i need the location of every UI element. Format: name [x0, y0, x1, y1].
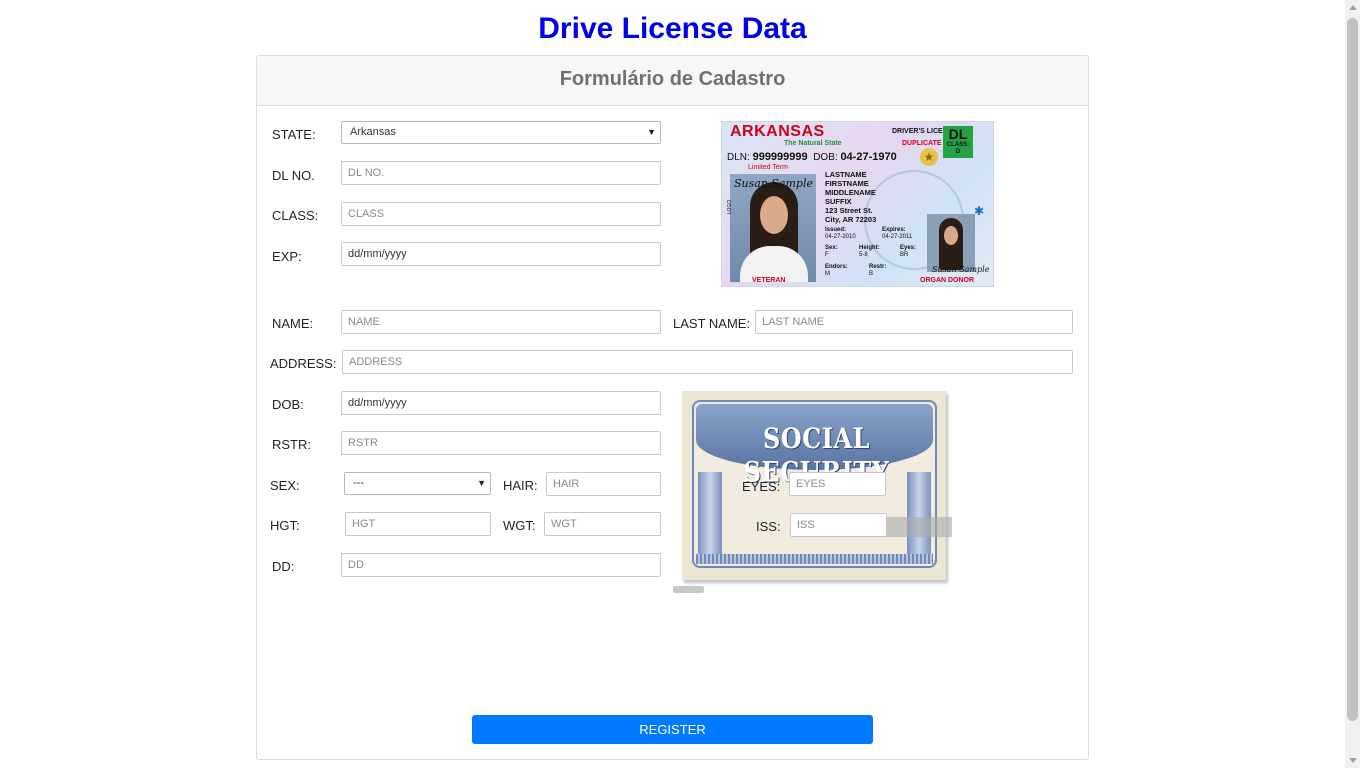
medical-star-icon: ✱ [974, 204, 985, 218]
hgt-input[interactable]: HGT [345, 512, 491, 536]
dl-state-name: ARKANSAS [730, 123, 825, 140]
dl-expires: Expires: 04-27-2011 [882, 227, 912, 241]
address-label: ADDRESS: [270, 356, 337, 371]
hgt-label: HGT: [270, 518, 300, 533]
dl-city: City, AR 72203 [825, 215, 877, 224]
wgt-input[interactable]: WGT [544, 512, 661, 536]
dl-expires-value: 04-27-2011 [882, 234, 913, 240]
dl-name-address: LASTNAME FIRSTNAME MIDDLENAME SUFFIX 123… [825, 170, 876, 224]
class-input[interactable]: CLASS [341, 202, 661, 226]
dob-label: DOB: [272, 397, 304, 412]
dl-endors-label: Endors: [825, 264, 848, 270]
dl-class-badge-text: DL [948, 126, 968, 142]
dl-side-text: LOGO [727, 199, 734, 215]
scroll-down-icon[interactable] [1349, 758, 1357, 763]
page-scrollbar[interactable] [1345, 0, 1360, 768]
rstr-label: RSTR: [272, 437, 311, 452]
dl-issued-value: 04-27-2010 [825, 234, 856, 240]
state-select[interactable]: Arkansas ▼ [341, 121, 661, 144]
sex-label: SEX: [270, 478, 300, 493]
ss-bottom-border [696, 554, 933, 564]
dl-ghost-photo [927, 214, 975, 272]
register-button[interactable]: REGISTER [472, 715, 873, 744]
dl-lastname: LASTNAME [825, 170, 867, 179]
chevron-down-icon: ▼ [477, 478, 486, 488]
name-input[interactable]: NAME [341, 310, 661, 334]
sex-select[interactable]: --- ▼ [344, 472, 491, 495]
last-name-label: LAST NAME: [673, 316, 751, 331]
dl-dob-label: DOB: [813, 152, 838, 163]
dl-ghost-signature: Susan Sample [932, 265, 990, 274]
dob-date-input[interactable]: dd/mm/yyyy [341, 391, 661, 415]
sex-select-value: --- [353, 477, 364, 489]
wgt-label: WGT: [503, 518, 536, 533]
dl-endors: Endors: M [825, 264, 848, 278]
dl-suffix: SUFFIX [825, 197, 852, 206]
eyes-input[interactable]: EYES [789, 472, 886, 496]
address-input[interactable]: ADDRESS [342, 350, 1073, 374]
dl-organ-donor: ORGAN DONOR [920, 277, 975, 284]
page-title: Drive License Data [538, 12, 807, 45]
dl-limited-term: Limited Term [748, 164, 788, 171]
dl-dln-label: DLN: [727, 152, 750, 163]
dl-eyes-label: Eyes: [900, 245, 917, 251]
dl-dob: 04-27-1970 [840, 151, 897, 163]
hair-input[interactable]: HAIR [546, 472, 661, 496]
dl-height-label: Height: [859, 245, 880, 251]
dl-no-input[interactable]: DL NO. [341, 161, 661, 185]
dl-no-label: DL NO. [272, 168, 315, 183]
scroll-up-icon[interactable] [1349, 5, 1357, 10]
dl-street: 123 Street St. [825, 206, 873, 215]
dl-photo [730, 174, 816, 282]
dd-label: DD: [272, 559, 295, 574]
dl-class-badge-label: CLASS: [946, 142, 970, 148]
dl-dln: 999999999 [752, 151, 808, 163]
star-icon: ★ [920, 148, 938, 166]
dl-issued-label: Issued: [825, 227, 847, 233]
drivers-license-image: ARKANSAS The Natural State DRIVER'S LICE… [721, 121, 994, 287]
dl-height: Height: 5-8 [859, 245, 880, 259]
exp-date-input[interactable]: dd/mm/yyyy [341, 242, 661, 266]
card-header: Formulário de Cadastro [257, 56, 1088, 106]
state-select-value: Arkansas [350, 126, 396, 138]
dl-middlename: MIDDLENAME [825, 188, 876, 197]
eyes-label: EYES: [742, 479, 781, 494]
dl-restr-label: Restr: [869, 264, 887, 270]
scrollbar-thumb[interactable] [1347, 18, 1358, 721]
dl-motto: The Natural State [784, 140, 842, 147]
dd-input[interactable]: DD [341, 553, 661, 577]
dl-restr: Restr: B [869, 264, 886, 278]
dl-restr-value: B [869, 271, 874, 277]
dl-endors-value: M [825, 271, 830, 277]
rstr-input[interactable]: RSTR [341, 431, 661, 455]
dl-class-badge-value: D [955, 149, 961, 155]
dl-expires-label: Expires: [882, 227, 906, 233]
dl-sex-label: Sex: [825, 245, 838, 251]
chevron-down-icon: ▼ [647, 127, 656, 137]
dl-height-value: 5-8 [859, 252, 868, 258]
image-tag [673, 586, 704, 593]
dl-number-line: DLN: 999999999 DOB: 04-27-1970 [727, 151, 897, 163]
hair-label: HAIR: [503, 478, 538, 493]
dl-signature: Susan Sample [734, 177, 813, 190]
dl-eyes: Eyes: BR [900, 245, 916, 259]
dl-sex-value: F [825, 252, 829, 258]
iss-label: ISS: [756, 519, 781, 534]
iss-input[interactable]: ISS [790, 513, 887, 537]
dl-duplicate: DUPLICATE [902, 140, 942, 147]
dl-veteran: VETERAN [752, 277, 786, 284]
exp-label: EXP: [272, 249, 302, 264]
dl-class-badge: DL CLASS: D [943, 126, 973, 158]
page: Drive License Data Formulário de Cadastr… [0, 0, 1360, 768]
dl-firstname: FIRSTNAME [825, 179, 869, 188]
dl-issued: Issued: 04-27-2010 [825, 227, 856, 241]
state-label: STATE: [272, 127, 316, 142]
dl-sex: Sex: F [825, 245, 838, 259]
last-name-input[interactable]: LAST NAME [755, 310, 1073, 334]
dl-eyes-value: BR [900, 252, 909, 258]
ss-left-column [698, 472, 722, 562]
name-label: NAME: [272, 316, 314, 331]
class-label: CLASS: [272, 208, 319, 223]
